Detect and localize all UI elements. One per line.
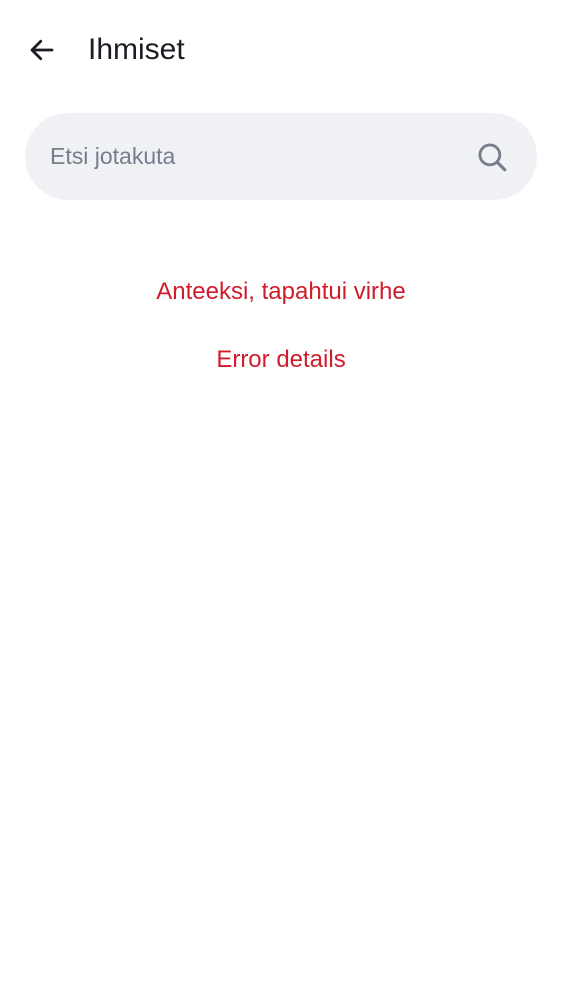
page-title: Ihmiset [88,33,185,66]
search-bar[interactable] [25,113,537,200]
people-screen: Ihmiset Anteeksi, tapahtui virhe Error d… [0,0,562,1000]
search-input[interactable] [50,113,450,200]
back-button[interactable] [20,28,64,72]
top-app-bar: Ihmiset [0,0,562,100]
arrow-left-icon [30,39,54,61]
error-details-container: Error details [0,343,562,377]
error-message: Anteeksi, tapahtui virhe [156,278,406,305]
error-details-link[interactable]: Error details [216,346,345,373]
search-icon[interactable] [475,140,509,174]
